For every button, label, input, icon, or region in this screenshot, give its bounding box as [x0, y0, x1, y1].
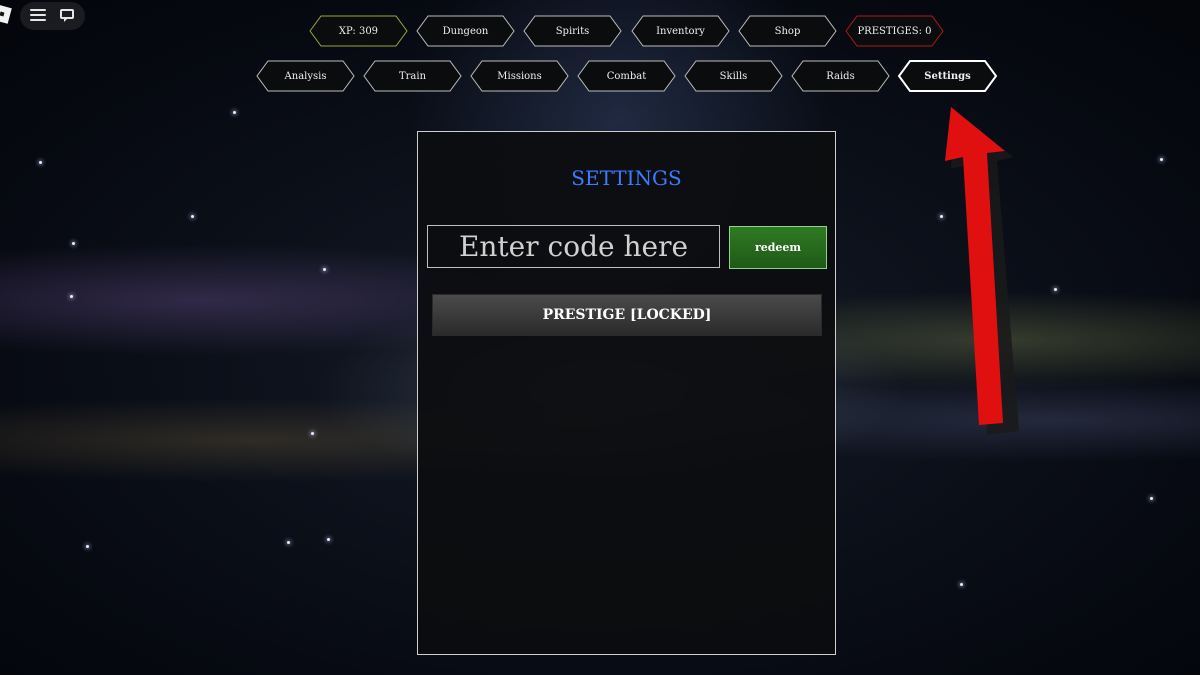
nav-label: Skills	[719, 70, 748, 82]
roblox-topbar	[20, 2, 85, 30]
code-input[interactable]	[427, 225, 720, 268]
xp-label: XP: 309	[338, 25, 379, 37]
star	[287, 541, 290, 544]
star	[1054, 288, 1057, 291]
nav-label: Inventory	[656, 25, 705, 37]
star	[1150, 497, 1153, 500]
nav-button-raids[interactable]: Raids	[791, 60, 890, 92]
nav-label: Missions	[497, 70, 542, 82]
nav-label: Train	[398, 70, 427, 82]
nav-label: Analysis	[284, 70, 327, 82]
prestige-count-label: PRESTIGES: 0	[857, 25, 932, 37]
nav-label: Dungeon	[442, 25, 489, 37]
prestige-counter: PRESTIGES: 0	[845, 15, 944, 47]
star	[327, 538, 330, 541]
nav-label: Spirits	[555, 25, 590, 37]
xp-counter: XP: 309	[309, 15, 408, 47]
chat-icon[interactable]	[60, 9, 74, 22]
star	[960, 583, 963, 586]
nav-button-inventory[interactable]: Inventory	[631, 15, 730, 47]
nav-button-skills[interactable]: Skills	[684, 60, 783, 92]
nav-button-analysis[interactable]: Analysis	[256, 60, 355, 92]
star	[1160, 158, 1163, 161]
star	[191, 215, 194, 218]
hamburger-menu-icon[interactable]	[30, 9, 46, 23]
star	[311, 432, 314, 435]
nav-button-shop[interactable]: Shop	[738, 15, 837, 47]
nav-label: Shop	[774, 25, 801, 37]
prestige-button[interactable]: PRESTIGE [LOCKED]	[432, 294, 822, 336]
redeem-button[interactable]: redeem	[729, 226, 827, 269]
nav-label: Raids	[826, 70, 855, 82]
star	[39, 161, 42, 164]
nav-button-settings[interactable]: Settings	[897, 60, 998, 92]
star	[323, 268, 326, 271]
settings-title: SETTINGS	[571, 166, 682, 190]
nav-button-missions[interactable]: Missions	[470, 60, 569, 92]
star	[233, 111, 236, 114]
star	[72, 242, 75, 245]
nav-button-train[interactable]: Train	[363, 60, 462, 92]
nav-label: Combat	[606, 70, 647, 82]
star	[70, 295, 73, 298]
nav-label: Settings	[924, 70, 971, 82]
settings-panel: SETTINGS redeem PRESTIGE [LOCKED]	[417, 131, 836, 655]
nav-button-combat[interactable]: Combat	[577, 60, 676, 92]
nav-button-spirits[interactable]: Spirits	[523, 15, 622, 47]
star	[86, 545, 89, 548]
red-arrow-icon	[945, 107, 1019, 435]
nav-button-dungeon[interactable]: Dungeon	[416, 15, 515, 47]
